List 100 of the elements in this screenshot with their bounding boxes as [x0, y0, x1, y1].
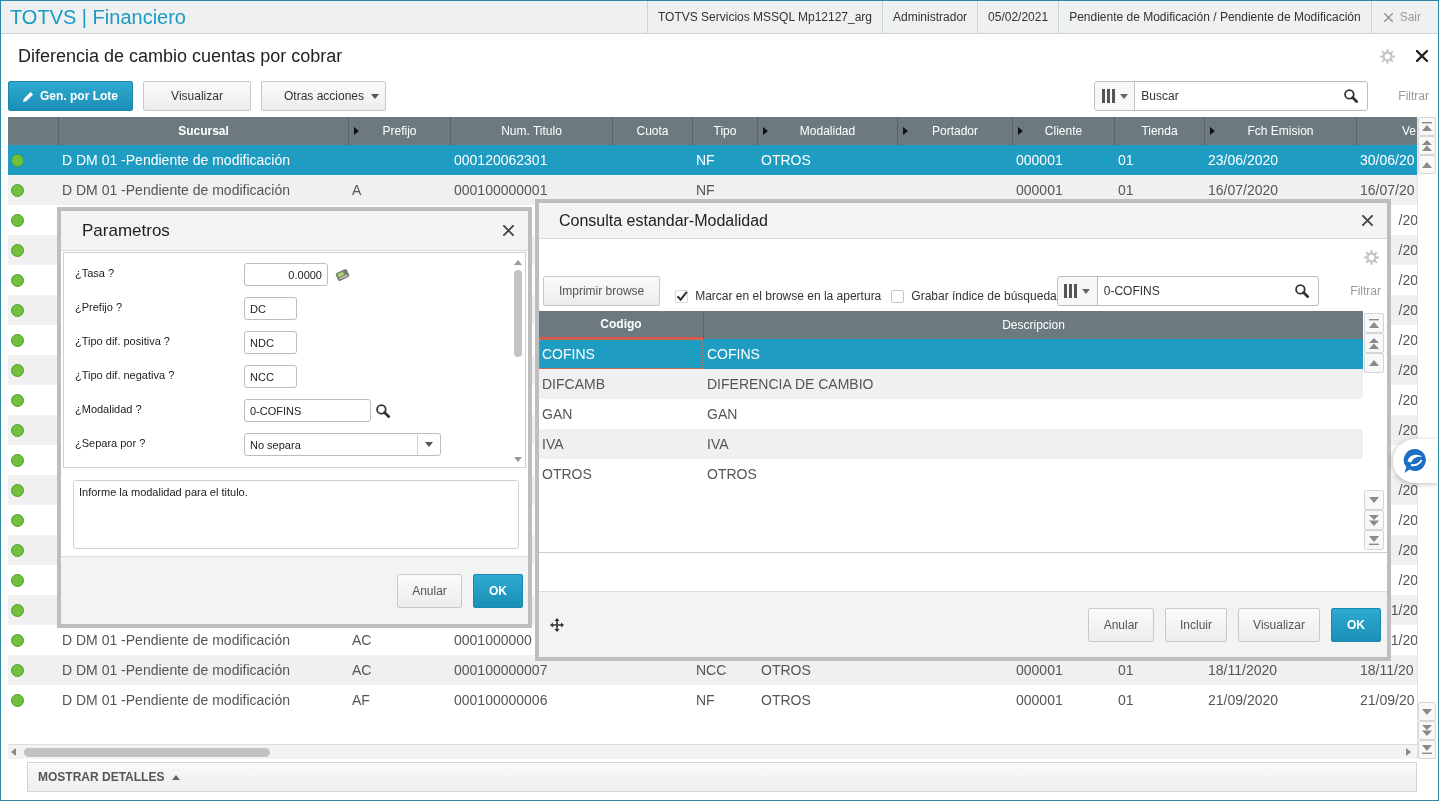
- close-button[interactable]: [1416, 50, 1428, 62]
- table-cell-text: 18/11/2020: [1207, 661, 1279, 680]
- print-button[interactable]: Imprimir browse: [543, 276, 661, 306]
- table-cell-text: AC: [351, 631, 373, 650]
- scroll-top-button[interactable]: [1418, 117, 1436, 136]
- secondary-button[interactable]: Anular: [397, 573, 462, 608]
- secondary-button[interactable]: Anular: [1088, 607, 1154, 642]
- checkbox[interactable]: [675, 289, 689, 303]
- lookup-field[interactable]: 0-COFINS: [244, 399, 371, 422]
- close-button[interactable]: [503, 225, 514, 236]
- double-up-arrow-icon: [1422, 140, 1432, 151]
- search-icon[interactable]: [1295, 284, 1310, 298]
- page-down-button[interactable]: [1364, 510, 1384, 530]
- double-up-arrow-icon: [1369, 337, 1379, 349]
- table-cell-text: COFINS: [706, 345, 761, 364]
- table-cell-text: NCC: [695, 661, 728, 680]
- text-field[interactable]: DC: [244, 297, 297, 320]
- table-cell-text: 18/11/20: [1359, 661, 1415, 680]
- table-cell-text: /20: [1398, 211, 1418, 230]
- field-label: ¿Tipo dif. positiva ?: [75, 334, 171, 347]
- table-cell-text: /20: [1398, 421, 1418, 440]
- scrollbar-thumb[interactable]: [514, 270, 522, 357]
- table-cell-text: 01: [1117, 151, 1135, 170]
- caret-down-icon: [425, 442, 433, 447]
- page-title: Diferencia de cambio cuentas por cobrar: [18, 45, 344, 67]
- search-input[interactable]: Buscar: [1135, 82, 1345, 110]
- dropdown[interactable]: No separa: [244, 433, 441, 456]
- scroll-up-button[interactable]: [1364, 353, 1384, 373]
- up-arrow-bar-icon: [1422, 122, 1432, 131]
- details-toggle[interactable]: MOSTRAR DETALLES: [27, 762, 1417, 792]
- number-field[interactable]: 0.0000: [244, 263, 328, 286]
- close-icon: [1362, 215, 1373, 226]
- scrollbar-thumb[interactable]: [24, 747, 270, 757]
- table-cell-text: 000100000007: [453, 661, 549, 680]
- scroll-down-button[interactable]: [1418, 702, 1436, 721]
- secondary-button[interactable]: Visualizar: [143, 81, 251, 111]
- table-cell-text: D DM 01 -Pendiente de modificación: [61, 631, 291, 650]
- table-cell-text: 01: [1117, 691, 1135, 710]
- table-cell-text: 23/06/2020: [1207, 151, 1280, 170]
- table-cell-text: /20: [1398, 361, 1418, 380]
- table-cell-text: 30/06/20: [1359, 151, 1416, 170]
- scroll-bottom-button[interactable]: [1418, 740, 1436, 759]
- triangle-right-icon: [762, 127, 768, 135]
- triangle-right-icon: [1017, 127, 1023, 135]
- close-icon: [503, 225, 514, 236]
- scroll-bottom-button[interactable]: [1364, 530, 1384, 550]
- table-cell-text: OTROS: [760, 661, 812, 680]
- table-cell-text: OTROS: [760, 151, 812, 170]
- table-cell-text: D DM 01 -Pendiente de modificación: [61, 181, 291, 200]
- table-cell-text: 21/09/20: [1359, 691, 1416, 710]
- table-cell-text: GAN: [541, 405, 574, 424]
- search-icon[interactable]: [1344, 89, 1359, 103]
- search-icon[interactable]: [376, 403, 390, 418]
- page-down-button[interactable]: [1418, 721, 1436, 740]
- move-arrows-icon[interactable]: [550, 617, 564, 632]
- close-button[interactable]: [1362, 215, 1373, 226]
- table-cell-text: OTROS: [706, 465, 758, 484]
- search-field[interactable]: Buscar: [1094, 81, 1369, 111]
- scroll-down-button[interactable]: [1364, 490, 1384, 510]
- column-selector-button[interactable]: [1057, 277, 1098, 305]
- settings-icon[interactable]: [1380, 48, 1395, 64]
- column-selector-button[interactable]: [1095, 82, 1136, 110]
- table-row[interactable]: DIFCAMB DIFERENCIA DE CAMBIO: [539, 369, 1363, 399]
- text-field[interactable]: NDC: [244, 331, 297, 354]
- table-cell-text: 000120062301: [453, 151, 549, 170]
- field-label: ¿Modalidad ?: [75, 402, 143, 415]
- dropdown-button[interactable]: Otras acciones: [261, 81, 386, 111]
- secondary-button[interactable]: Visualizar: [1238, 607, 1320, 642]
- search-field[interactable]: 0-COFINS: [1056, 276, 1320, 306]
- page-up-button[interactable]: [1418, 136, 1436, 155]
- table-cell-text: A: [351, 181, 363, 200]
- table-cell-text: D DM 01 -Pendiente de modificación: [61, 661, 291, 680]
- table-cell-text: /20: [1398, 571, 1418, 590]
- table-cell-text: GAN: [706, 405, 739, 424]
- caret-down-icon: [1119, 93, 1128, 99]
- chat-widget[interactable]: [1393, 439, 1438, 483]
- triangle-right-icon: [1406, 748, 1411, 756]
- secondary-button[interactable]: Incluir: [1165, 607, 1227, 642]
- triangle-right-icon: [902, 127, 908, 135]
- table-row[interactable]: IVA IVA: [539, 429, 1363, 459]
- table-cell-text: 000001: [1015, 181, 1064, 200]
- up-arrow-icon: [1422, 161, 1432, 168]
- table-cell-text: D DM 01 -Pendiente de modificación: [61, 151, 291, 170]
- scroll-top-button[interactable]: [1364, 313, 1384, 333]
- check-icon: [675, 290, 688, 302]
- table-cell-text: 1/20: [1390, 601, 1418, 620]
- search-input[interactable]: 0-COFINS: [1097, 277, 1296, 305]
- chat-bubble-icon[interactable]: [1402, 448, 1428, 474]
- table-cell-text: /20: [1398, 481, 1418, 500]
- table-cell-text: OTROS: [541, 465, 593, 484]
- column-bars-icon: [1101, 89, 1115, 103]
- text-field[interactable]: NCC: [244, 365, 297, 388]
- settings-icon[interactable]: [1364, 249, 1379, 265]
- checkbox-label: Marcar en el browse en la apertura: [695, 289, 882, 303]
- table-cell-text: /20: [1398, 241, 1418, 260]
- table-cell: COFINS: [539, 339, 703, 369]
- page-up-button[interactable]: [1364, 333, 1384, 353]
- down-arrow-icon: [1369, 497, 1379, 503]
- scroll-up-button[interactable]: [1418, 155, 1436, 174]
- help-text: Informe la modalidad para el titulo.: [73, 480, 519, 549]
